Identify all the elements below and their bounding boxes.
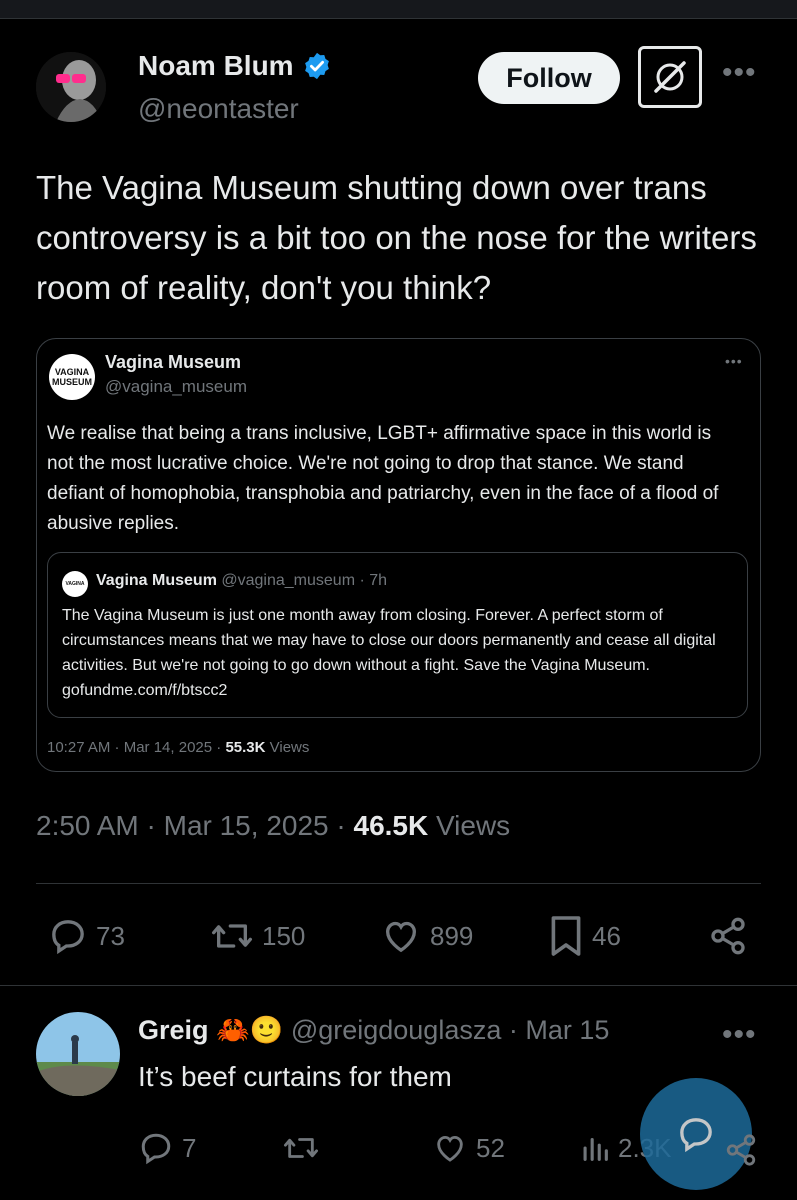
heart-icon xyxy=(437,1135,463,1162)
quoted-meta-views: 55.3K xyxy=(225,739,266,756)
author-name[interactable]: Noam Blum xyxy=(138,50,332,82)
reply-reply-count: 7 xyxy=(182,1132,197,1163)
quoted-author-name[interactable]: Vagina Museum xyxy=(105,352,241,373)
meta-divider xyxy=(36,883,761,884)
bookmark-icon xyxy=(551,916,581,956)
reply-icon xyxy=(141,1133,171,1165)
nested-quoted-text: The Vagina Museum is just one month away… xyxy=(62,607,716,699)
nested-quoted-header: Vagina Museum @vagina_museum · 7h xyxy=(96,572,387,590)
reply-header: Greig 🦀🙂 @greigdouglasza · Mar 15 xyxy=(138,1014,609,1046)
repost-count: 150 xyxy=(262,920,306,951)
quoted-tweet[interactable]: VAGINA MUSEUM Vagina Museum @vagina_muse… xyxy=(36,338,761,772)
repost-icon xyxy=(283,1138,318,1158)
reply-author-emojis: 🦀🙂 xyxy=(216,1015,284,1045)
views-icon xyxy=(583,1137,608,1161)
share-button[interactable] xyxy=(708,910,748,962)
reply-count: 73 xyxy=(96,920,125,951)
grok-button[interactable] xyxy=(638,46,702,108)
share-icon xyxy=(726,1134,756,1166)
reply-handle-date[interactable]: @greigdouglasza · Mar 15 xyxy=(291,1015,610,1045)
reply-author-name[interactable]: Greig xyxy=(138,1015,209,1045)
heart-icon xyxy=(385,921,417,953)
reply-share-button[interactable] xyxy=(724,1124,758,1176)
reply-author-avatar[interactable] xyxy=(36,1012,120,1096)
repost-button[interactable]: 150 xyxy=(210,910,305,962)
bookmark-button[interactable]: 46 xyxy=(548,910,621,962)
reply-more-icon[interactable]: ••• xyxy=(722,1018,757,1052)
reply-icon xyxy=(52,920,84,955)
nested-quoted-handle-time: @vagina_museum · 7h xyxy=(221,572,388,589)
nested-quoted-avatar: VAGINA xyxy=(62,571,88,597)
share-icon xyxy=(711,917,745,955)
tweet-meta: 2:50 AM · Mar 15, 2025 · 46.5K Views xyxy=(36,810,510,842)
reply-divider xyxy=(0,985,797,986)
follow-button[interactable]: Follow xyxy=(478,52,620,104)
author-avatar[interactable] xyxy=(36,52,106,122)
repost-icon xyxy=(212,924,252,948)
nested-quoted-tweet[interactable]: VAGINA Vagina Museum @vagina_museum · 7h… xyxy=(47,552,748,718)
quoted-tweet-text: We realise that being a trans inclusive,… xyxy=(47,423,719,534)
verified-badge-icon xyxy=(304,52,329,80)
quoted-avatar-text-2: MUSEUM xyxy=(52,377,92,387)
nested-quoted-name: Vagina Museum xyxy=(96,572,217,589)
like-count: 899 xyxy=(430,920,474,951)
tweet-action-bar: 73 150 899 46 xyxy=(0,910,797,962)
status-bar-strip xyxy=(0,0,797,18)
quoted-author-handle[interactable]: @vagina_museum xyxy=(105,377,247,397)
quoted-avatar-text-1: VAGINA xyxy=(54,367,90,377)
quoted-meta-time: 10:27 AM · Mar 14, 2025 · xyxy=(47,739,222,756)
reply-button[interactable]: 73 xyxy=(48,910,125,962)
reply-like-button[interactable]: 52 xyxy=(432,1122,505,1174)
nested-avatar-text: VAGINA xyxy=(65,581,85,587)
quoted-meta-views-label: Views xyxy=(269,739,310,756)
more-options-icon[interactable]: ••• xyxy=(722,56,757,90)
reply-repost-button[interactable] xyxy=(282,1122,320,1174)
author-handle[interactable]: @neontaster xyxy=(138,93,299,125)
like-button[interactable]: 899 xyxy=(380,910,473,962)
tweet-views-label: Views xyxy=(436,810,511,841)
author-name-text[interactable]: Noam Blum xyxy=(138,50,294,82)
bookmark-count: 46 xyxy=(592,920,621,951)
reply-like-count: 52 xyxy=(476,1132,505,1163)
top-divider xyxy=(0,18,797,19)
quoted-avatar[interactable]: VAGINA MUSEUM xyxy=(49,354,95,400)
chat-bubble-icon xyxy=(680,1118,712,1153)
grok-icon xyxy=(654,61,686,93)
reply-reply-button[interactable]: 7 xyxy=(138,1122,196,1174)
tweet-time[interactable]: 2:50 AM · Mar 15, 2025 · xyxy=(36,810,346,841)
tweet-text: The Vagina Museum shutting down over tra… xyxy=(36,169,757,306)
tweet-views-count: 46.5K xyxy=(353,810,429,841)
reply-text: It’s beef curtains for them xyxy=(138,1061,452,1092)
quoted-meta: 10:27 AM · Mar 14, 2025 · 55.3K Views xyxy=(47,739,309,756)
quoted-more-icon[interactable]: ••• xyxy=(725,353,743,369)
